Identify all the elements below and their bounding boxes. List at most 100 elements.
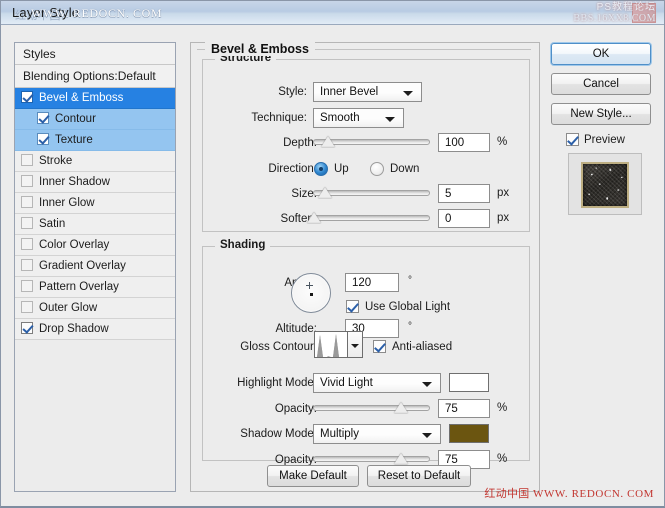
style-item-label: Texture xyxy=(55,134,93,146)
checkbox-gradient-overlay[interactable] xyxy=(21,259,33,271)
style-item-texture[interactable]: Texture xyxy=(15,130,175,151)
depth-unit: % xyxy=(497,136,508,148)
highlight-mode-label: Highlight Mode: xyxy=(237,377,317,389)
style-item-inner-glow[interactable]: Inner Glow xyxy=(15,193,175,214)
style-dropdown[interactable]: Inner Bevel xyxy=(313,82,422,102)
checkbox-inner-shadow[interactable] xyxy=(21,175,33,187)
shading-group: Shading Angle: 120 ° Use Global Light Al… xyxy=(202,239,530,469)
angle-input[interactable]: 120 xyxy=(345,273,399,292)
chevron-down-icon xyxy=(351,344,359,348)
cancel-button[interactable]: Cancel xyxy=(551,73,651,95)
highlight-opacity-slider[interactable] xyxy=(313,399,430,418)
gloss-contour-preview[interactable] xyxy=(314,331,348,358)
radio-direction-down-label: Down xyxy=(390,163,420,175)
style-item-stroke[interactable]: Stroke xyxy=(15,151,175,172)
altitude-unit: ° xyxy=(408,321,412,332)
reset-to-default-button[interactable]: Reset to Default xyxy=(367,465,471,487)
style-item-label: Drop Shadow xyxy=(39,323,109,335)
angle-dial-marker[interactable] xyxy=(306,282,313,289)
radio-direction-down[interactable] xyxy=(370,162,384,176)
style-dropdown-value: Inner Bevel xyxy=(320,86,379,98)
soften-unit: px xyxy=(497,212,510,224)
checkbox-pattern-overlay[interactable] xyxy=(21,280,33,292)
preview-thumbnail xyxy=(568,153,642,215)
highlight-mode-value: Vivid Light xyxy=(320,377,373,389)
checkbox-bevel-emboss[interactable] xyxy=(21,91,33,103)
style-item-satin[interactable]: Satin xyxy=(15,214,175,235)
soften-slider-thumb[interactable] xyxy=(307,212,322,223)
checkbox-contour[interactable] xyxy=(37,112,49,124)
checkbox-preview[interactable] xyxy=(566,133,579,146)
depth-slider[interactable] xyxy=(313,133,430,152)
technique-dropdown-value: Smooth xyxy=(320,112,360,124)
styles-list-panel: Styles Blending Options:Default Bevel & … xyxy=(14,42,176,492)
style-item-label: Bevel & Emboss xyxy=(39,92,124,104)
shadow-mode-dropdown[interactable]: Multiply xyxy=(313,424,441,444)
use-global-light-label: Use Global Light xyxy=(365,301,451,313)
panel-title: Bevel & Emboss xyxy=(205,42,315,56)
preview-toggle[interactable]: Preview xyxy=(551,131,651,149)
style-item-outer-glow[interactable]: Outer Glow xyxy=(15,298,175,319)
watermark-topright-line2: BBS.16XX8.COM xyxy=(573,13,656,24)
shadow-opacity-slider-thumb[interactable] xyxy=(393,453,408,464)
soften-input[interactable]: 0 xyxy=(438,209,490,228)
style-item-color-overlay[interactable]: Color Overlay xyxy=(15,235,175,256)
style-item-contour[interactable]: Contour xyxy=(15,109,175,130)
checkbox-drop-shadow[interactable] xyxy=(21,322,33,334)
preview-thumbnail-image xyxy=(581,162,629,208)
soften-label: Soften: xyxy=(280,213,317,225)
size-slider[interactable] xyxy=(313,184,430,203)
checkbox-outer-glow[interactable] xyxy=(21,301,33,313)
depth-input[interactable]: 100 xyxy=(438,133,490,152)
soften-slider-track xyxy=(313,215,430,221)
watermark-topright: PS教程论坛 BBS.16XX8.COM xyxy=(573,2,656,24)
checkbox-use-global-light[interactable] xyxy=(346,300,359,313)
style-item-drop-shadow[interactable]: Drop Shadow xyxy=(15,319,175,340)
style-item-label: Outer Glow xyxy=(39,302,98,314)
style-item-bevel-emboss[interactable]: Bevel & Emboss xyxy=(15,88,175,109)
checkbox-texture[interactable] xyxy=(37,133,49,145)
style-label: Style: xyxy=(278,86,307,98)
ok-button[interactable]: OK xyxy=(551,43,651,65)
highlight-opacity-slider-thumb[interactable] xyxy=(393,402,408,413)
gloss-contour-label: Gloss Contour: xyxy=(240,341,317,353)
checkbox-color-overlay[interactable] xyxy=(21,238,33,250)
preview-label: Preview xyxy=(584,134,625,146)
checkbox-inner-glow[interactable] xyxy=(21,196,33,208)
anti-aliased-label: Anti-aliased xyxy=(392,341,453,353)
highlight-opacity-unit: % xyxy=(497,402,508,414)
gloss-contour-dropdown[interactable] xyxy=(348,331,363,358)
checkbox-anti-aliased[interactable] xyxy=(373,340,386,353)
shadow-opacity-unit: % xyxy=(497,453,508,465)
title-bar[interactable]: 红动中国 Layer Style WWW. REDOCN. COM PS教程论坛… xyxy=(1,1,664,25)
depth-label: Depth: xyxy=(283,137,317,149)
highlight-color-swatch[interactable] xyxy=(449,373,489,392)
radio-direction-up[interactable] xyxy=(314,162,328,176)
soften-slider[interactable] xyxy=(307,209,430,228)
watermark-bottom: 红动中国 WWW. REDOCN. COM xyxy=(484,485,654,501)
highlight-opacity-input[interactable]: 75 xyxy=(438,399,490,418)
checkbox-stroke[interactable] xyxy=(21,154,33,166)
size-input[interactable]: 5 xyxy=(438,184,490,203)
new-style-button[interactable]: New Style... xyxy=(551,103,651,125)
gloss-contour-curve-icon xyxy=(315,334,347,357)
style-item-label: Pattern Overlay xyxy=(39,281,119,293)
highlight-opacity-label: Opacity: xyxy=(274,403,317,415)
make-default-button[interactable]: Make Default xyxy=(267,465,359,487)
style-item-gradient-overlay[interactable]: Gradient Overlay xyxy=(15,256,175,277)
depth-slider-thumb[interactable] xyxy=(321,136,336,147)
shadow-color-swatch[interactable] xyxy=(449,424,489,443)
technique-dropdown[interactable]: Smooth xyxy=(313,108,404,128)
shadow-mode-value: Multiply xyxy=(320,428,359,440)
shading-legend: Shading xyxy=(215,239,271,251)
style-item-inner-shadow[interactable]: Inner Shadow xyxy=(15,172,175,193)
checkbox-satin[interactable] xyxy=(21,217,33,229)
blending-options-row[interactable]: Blending Options:Default xyxy=(15,65,175,88)
size-slider-thumb[interactable] xyxy=(317,187,332,198)
highlight-mode-dropdown[interactable]: Vivid Light xyxy=(313,373,441,393)
radio-direction-up-label: Up xyxy=(334,163,349,175)
bevel-emboss-panel: Bevel & Emboss Structure Style: Inner Be… xyxy=(190,42,540,492)
watermark-title-en: WWW. REDOCN. COM xyxy=(31,6,163,20)
watermark-bottom-cn: 红动中国 xyxy=(484,488,530,500)
style-item-pattern-overlay[interactable]: Pattern Overlay xyxy=(15,277,175,298)
